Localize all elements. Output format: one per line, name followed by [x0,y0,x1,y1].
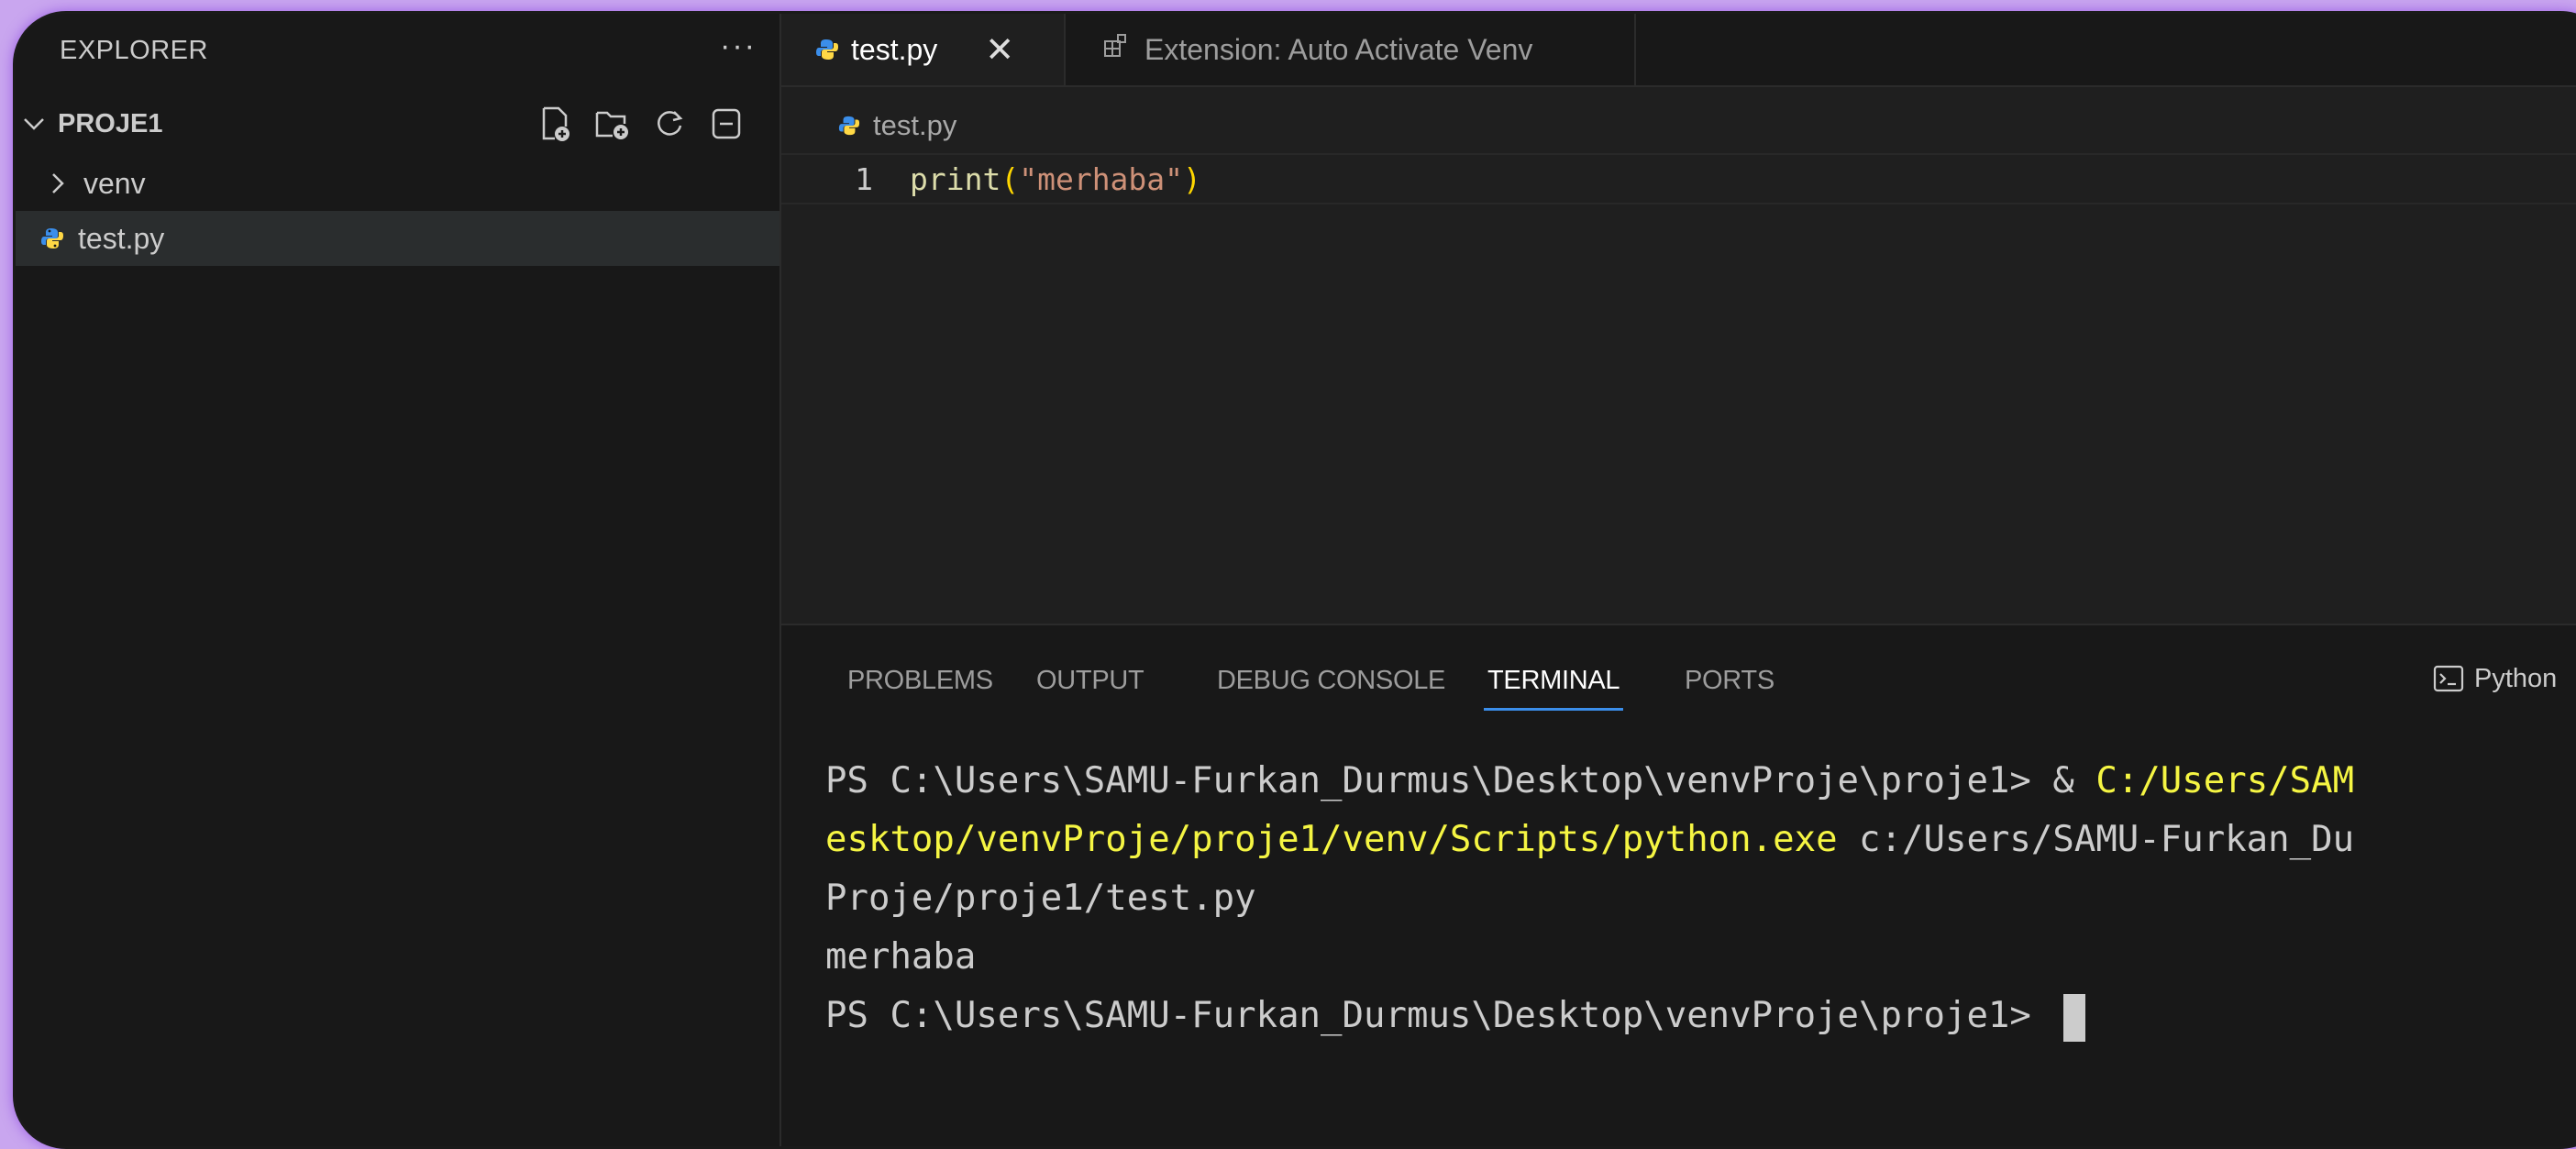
tab-extension-auto-activate-venv[interactable]: Extension: Auto Activate Venv [1067,14,1636,85]
tab-label: Extension: Auto Activate Venv [1144,32,1533,66]
chevron-down-icon [23,116,45,131]
bottom-panel: PROBLEMS OUTPUT DEBUG CONSOLE TERMINAL P… [781,624,2576,1146]
extensions-icon [1102,32,1130,67]
tab-debug-console[interactable]: DEBUG CONSOLE [1217,666,1445,696]
refresh-icon[interactable] [651,104,688,144]
terminal-prompt: PS C:\Users\SAMU-Furkan_Durmus\Desktop\v… [825,995,2053,1036]
terminal-icon [2433,665,2464,692]
tab-bar: test.py ✕ Extension: Auto Activate Venv [781,14,2576,87]
terminal-path: C:/Users/SAM [2095,760,2355,801]
editor-area: test.py ✕ Extension: Auto Activate Venv … [781,14,2576,624]
chevron-right-icon [50,172,72,194]
project-name: PROJE1 [58,108,163,138]
breadcrumb-file: test.py [873,109,957,141]
shell-name: Python [2474,663,2558,693]
terminal-output[interactable]: PS C:\Users\SAMU-Furkan_Durmus\Desktop\v… [825,752,2576,1045]
code-function: print [910,160,1001,197]
more-actions-icon[interactable]: ··· [720,28,757,73]
code-text: print("merhaba") [910,161,1201,197]
python-icon [39,226,65,251]
tab-problems[interactable]: PROBLEMS [847,666,993,696]
vscode-window: EXPLORER ··· PROJE1 venv test.py test.py… [13,11,2576,1149]
new-file-icon[interactable] [537,104,574,144]
tree-item-test-py[interactable]: test.py [16,211,779,266]
terminal-line: PS C:\Users\SAMU-Furkan_Durmus\Desktop\v… [825,752,2576,811]
explorer-header: EXPLORER ··· [60,23,757,78]
line-number: 1 [855,160,873,197]
terminal-line: esktop/venvProje/proje1/venv/Scripts/pyt… [825,811,2576,869]
tree-item-label: test.py [78,221,165,255]
tab-test-py[interactable]: test.py ✕ [781,14,1066,85]
tab-ports[interactable]: PORTS [1685,666,1774,696]
code-line[interactable]: 1 print("merhaba") [781,153,2576,204]
code-string: "merhaba" [1019,160,1184,197]
breadcrumb[interactable]: test.py [836,107,956,144]
code-paren: ) [1183,160,1201,197]
terminal-prompt: PS C:\Users\SAMU-Furkan_Durmus\Desktop\v… [825,760,2096,801]
tree-item-venv[interactable]: venv [16,156,779,211]
terminal-cursor [2063,993,2086,1042]
tree-item-label: venv [83,166,146,200]
new-folder-icon[interactable] [594,104,631,144]
python-icon [814,37,840,62]
panel-tabs: PROBLEMS OUTPUT DEBUG CONSOLE TERMINAL P… [781,625,2576,713]
project-folder-row[interactable]: PROJE1 [16,96,779,151]
explorer-title: EXPLORER [60,35,208,65]
terminal-line: Proje/proje1/test.py [825,878,1256,919]
terminal-shell-selector[interactable]: Python [2432,662,2557,695]
explorer-actions [537,104,745,144]
terminal-path: esktop/venvProje/proje1/venv/Scripts/pyt… [825,819,1838,860]
terminal-line: merhaba [825,936,977,978]
tab-terminal[interactable]: TERMINAL [1483,666,1624,711]
collapse-all-icon[interactable] [708,104,745,144]
close-icon[interactable]: ✕ [985,29,1014,71]
tab-label: test.py [851,32,938,66]
python-icon [836,113,862,138]
terminal-line: PS C:\Users\SAMU-Furkan_Durmus\Desktop\v… [825,987,2576,1045]
tab-output[interactable]: OUTPUT [1036,666,1144,696]
code-paren: ( [1001,160,1020,197]
terminal-args: c:/Users/SAMU-Furkan_Du [1837,819,2355,860]
explorer-sidebar: EXPLORER ··· PROJE1 venv test.py [16,14,781,1146]
